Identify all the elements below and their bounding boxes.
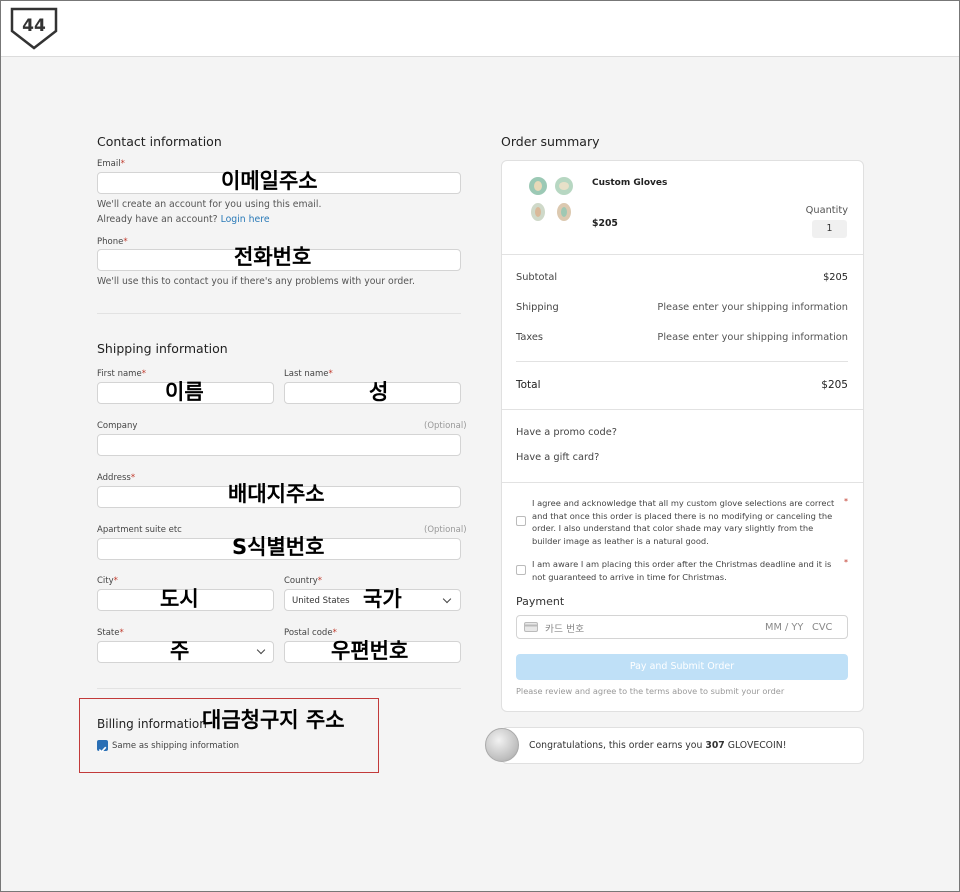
state-label: State* bbox=[97, 628, 124, 638]
product-price: $205 bbox=[592, 218, 618, 229]
pay-and-submit-button[interactable]: Pay and Submit Order bbox=[516, 654, 848, 680]
subtotal-value: $205 bbox=[823, 272, 848, 283]
cvc-placeholder[interactable]: CVC bbox=[812, 622, 832, 633]
credit-card-icon bbox=[524, 622, 538, 632]
summary-divider bbox=[502, 254, 863, 255]
state-overlay-label: 주 bbox=[170, 639, 190, 663]
pay-note: Please review and agree to the terms abo… bbox=[516, 686, 785, 696]
billing-overlay-label: 대금청구지 주소 bbox=[202, 708, 345, 732]
subtotal-label: Subtotal bbox=[516, 272, 558, 283]
quantity-label: Quantity bbox=[805, 205, 848, 216]
email-help-text: We'll create an account for you using th… bbox=[97, 199, 322, 210]
christmas-deadline-checkbox[interactable] bbox=[516, 565, 526, 575]
quantity-field[interactable]: 1 bbox=[812, 220, 847, 238]
glovecoin-icon bbox=[485, 728, 519, 762]
login-prompt: Already have an account? Login here bbox=[97, 214, 270, 225]
gift-card-link[interactable]: Have a gift card? bbox=[516, 452, 599, 463]
country-overlay-label: 국가 bbox=[363, 587, 402, 611]
login-link[interactable]: Login here bbox=[221, 214, 270, 225]
christmas-deadline-text: I am aware I am placing this order after… bbox=[532, 559, 832, 582]
promo-code-link[interactable]: Have a promo code? bbox=[516, 427, 617, 438]
brand-logo[interactable]: 44 bbox=[10, 7, 58, 50]
section-divider bbox=[97, 313, 461, 314]
city-label: City* bbox=[97, 576, 118, 586]
email-label: Email* bbox=[97, 159, 125, 169]
shipping-cost-value: Please enter your shipping information bbox=[657, 302, 848, 313]
summary-divider bbox=[516, 361, 848, 362]
postal-code-label: Postal code* bbox=[284, 628, 337, 638]
section-divider bbox=[97, 688, 461, 689]
shipping-cost-label: Shipping bbox=[516, 302, 559, 313]
summary-divider bbox=[502, 409, 863, 410]
summary-divider bbox=[502, 482, 863, 483]
apartment-optional-tag: (Optional) bbox=[424, 525, 467, 535]
reward-text: Congratulations, this order earns you 30… bbox=[529, 740, 787, 751]
same-as-shipping-label[interactable]: Same as shipping information bbox=[112, 741, 239, 751]
first-name-overlay-label: 이름 bbox=[165, 380, 204, 404]
apartment-overlay-label: S식별번호 bbox=[232, 535, 325, 559]
custom-gloves-thumbnail[interactable] bbox=[526, 173, 578, 225]
svg-text:44: 44 bbox=[22, 16, 46, 36]
order-summary-title: Order summary bbox=[501, 134, 600, 149]
payment-title: Payment bbox=[516, 595, 565, 608]
shipping-section-title: Shipping information bbox=[97, 341, 228, 356]
same-as-shipping-checkbox[interactable] bbox=[97, 740, 108, 753]
expiry-placeholder[interactable]: MM / YY bbox=[765, 622, 803, 633]
reward-amount: 307 bbox=[705, 740, 725, 751]
total-value: $205 bbox=[821, 379, 848, 391]
address-overlay-label: 배대지주소 bbox=[228, 482, 325, 506]
taxes-label: Taxes bbox=[516, 332, 543, 343]
country-value: United States bbox=[292, 596, 350, 606]
first-name-label: First name* bbox=[97, 369, 146, 379]
last-name-overlay-label: 성 bbox=[369, 380, 389, 404]
checkmark-icon bbox=[98, 746, 107, 753]
required-marker: * bbox=[844, 558, 848, 567]
terms-agree-text: I agree and acknowledge that all my cust… bbox=[532, 498, 835, 546]
product-name: Custom Gloves bbox=[592, 178, 668, 188]
contact-section-title: Contact information bbox=[97, 134, 222, 149]
total-label: Total bbox=[516, 379, 541, 391]
taxes-value: Please enter your shipping information bbox=[657, 332, 848, 343]
card-number-placeholder: 카드 번호 bbox=[545, 624, 585, 635]
terms-agree-checkbox[interactable] bbox=[516, 516, 526, 526]
address-label: Address* bbox=[97, 473, 136, 483]
email-overlay-label: 이메일주소 bbox=[221, 169, 318, 193]
top-bar: 44 bbox=[1, 1, 959, 57]
phone-label: Phone* bbox=[97, 237, 128, 247]
last-name-label: Last name* bbox=[284, 369, 333, 379]
required-marker: * bbox=[844, 497, 848, 506]
company-label: Company bbox=[97, 421, 138, 431]
phone-help-text: We'll use this to contact you if there's… bbox=[97, 276, 415, 287]
billing-section-title: Billing information bbox=[97, 717, 207, 731]
postal-code-overlay-label: 우편번호 bbox=[331, 639, 409, 663]
apartment-label: Apartment suite etc bbox=[97, 525, 182, 535]
company-optional-tag: (Optional) bbox=[424, 421, 467, 431]
country-label: Country* bbox=[284, 576, 323, 586]
phone-overlay-label: 전화번호 bbox=[234, 245, 312, 269]
city-overlay-label: 도시 bbox=[160, 587, 199, 611]
company-field[interactable] bbox=[97, 434, 461, 456]
